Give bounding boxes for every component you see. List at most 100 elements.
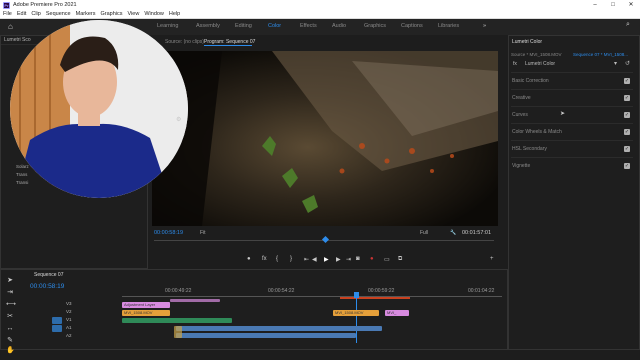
checkbox-enabled[interactable]: ✓ bbox=[624, 94, 630, 101]
hand-tool-icon[interactable]: ✋ bbox=[6, 347, 15, 355]
tab-sequence-07[interactable]: Sequence 07 bbox=[34, 272, 63, 278]
menu-window[interactable]: Window bbox=[144, 11, 164, 17]
section-label: Basic Correction bbox=[512, 77, 549, 84]
minimize-button[interactable]: – bbox=[586, 0, 604, 10]
menu-view[interactable]: View bbox=[128, 11, 140, 17]
marker-icon[interactable]: ● bbox=[247, 256, 251, 262]
play-icon[interactable]: ▶ bbox=[324, 256, 329, 263]
tab-source[interactable]: Source: (no clips) bbox=[165, 39, 204, 45]
source-patch-a1[interactable] bbox=[52, 325, 62, 332]
workspace-assembly[interactable]: Assembly bbox=[196, 23, 220, 29]
slip-tool-icon[interactable]: ↔ bbox=[6, 325, 14, 333]
menu-graphics[interactable]: Graphics bbox=[101, 11, 123, 17]
clip-video-v2[interactable]: MVI_1508.MOV bbox=[122, 310, 170, 316]
program-timecode[interactable]: 00:00:58:19 bbox=[154, 230, 183, 236]
mark-out-icon[interactable]: } bbox=[290, 256, 292, 262]
search-icon[interactable]: ⌕ bbox=[626, 21, 635, 30]
razor-tool-icon[interactable]: ✂ bbox=[6, 313, 14, 321]
tab-lumetri-color[interactable]: Lumetri Color bbox=[512, 39, 542, 45]
add-button-icon[interactable]: + bbox=[490, 256, 494, 262]
section-creative[interactable]: Creative ✓ bbox=[511, 89, 633, 105]
program-duration: 00:01:57:01 bbox=[462, 230, 492, 236]
clip-audio-a1[interactable] bbox=[176, 326, 382, 331]
project-item[interactable]: Transi bbox=[16, 180, 28, 185]
ruler-label: 00:00:49:22 bbox=[165, 288, 192, 294]
clip-video-v1-end[interactable]: MVI_ bbox=[385, 310, 409, 316]
workspace-learning[interactable]: Learning bbox=[157, 23, 178, 29]
reset-icon[interactable]: ↺ bbox=[625, 60, 630, 67]
close-button[interactable]: ✕ bbox=[622, 0, 640, 10]
window-title: Adobe Premiere Pro 2021 bbox=[13, 2, 77, 8]
clip-v3-segment[interactable] bbox=[170, 299, 220, 302]
track-label-v3[interactable]: V3 bbox=[66, 301, 72, 306]
menu-edit[interactable]: Edit bbox=[17, 11, 26, 17]
fit-dropdown[interactable]: Fit bbox=[200, 230, 206, 236]
fx-toggle-icon[interactable]: fx bbox=[513, 61, 517, 67]
fx-icon[interactable]: fx bbox=[262, 256, 267, 262]
menu-markers[interactable]: Markers bbox=[76, 11, 96, 17]
section-curves[interactable]: Curves ✓ bbox=[511, 106, 633, 122]
clip-video-v1-green[interactable] bbox=[122, 318, 232, 323]
record-icon[interactable]: ● bbox=[370, 256, 374, 262]
timeline-ruler[interactable] bbox=[122, 296, 502, 297]
menu-help[interactable]: Help bbox=[169, 11, 180, 17]
project-item[interactable]: Solarz bbox=[16, 164, 29, 169]
lumetri-source-label[interactable]: Source * MVI_1508.MOV bbox=[511, 52, 562, 57]
workspace-editing[interactable]: Editing bbox=[235, 23, 252, 29]
playhead-marker[interactable] bbox=[321, 235, 330, 244]
step-back-icon[interactable]: ◀ bbox=[312, 256, 317, 263]
lumetri-sequence-label[interactable]: Sequence 07 * MVI_1508... bbox=[573, 52, 628, 57]
settings-icon[interactable]: ⚙ bbox=[176, 116, 181, 123]
source-patch-v1[interactable] bbox=[52, 317, 62, 324]
timeline-timecode[interactable]: 00:00:58:19 bbox=[30, 283, 64, 290]
premiere-logo: Pr bbox=[3, 1, 10, 9]
track-select-tool-icon[interactable]: ⇥ bbox=[6, 289, 14, 297]
compare-view-icon[interactable]: ⧉ bbox=[398, 256, 402, 263]
workspace-color[interactable]: Color bbox=[268, 23, 281, 29]
maximize-button[interactable]: □ bbox=[604, 0, 622, 10]
track-label-a1[interactable]: A1 bbox=[66, 325, 72, 330]
step-forward-icon[interactable]: ▶ bbox=[336, 256, 341, 263]
dropdown-arrow-icon[interactable]: ▾ bbox=[614, 60, 617, 67]
checkbox-enabled[interactable]: ✓ bbox=[624, 111, 630, 118]
track-label-v2[interactable]: V2 bbox=[66, 309, 72, 314]
pen-tool-icon[interactable]: ✎ bbox=[6, 337, 14, 345]
workspace-libraries[interactable]: Libraries bbox=[438, 23, 459, 29]
selection-tool-icon[interactable]: ➤ bbox=[6, 277, 14, 285]
checkbox-enabled[interactable]: ✓ bbox=[624, 77, 630, 84]
safe-margins-icon[interactable]: ▭ bbox=[384, 256, 390, 263]
section-vignette[interactable]: Vignette ✓ bbox=[511, 157, 633, 173]
section-hsl-secondary[interactable]: HSL Secondary ✓ bbox=[511, 140, 633, 156]
workspace-effects[interactable]: Effects bbox=[300, 23, 317, 29]
mark-in-icon[interactable]: { bbox=[276, 256, 278, 262]
home-icon[interactable]: ⌂ bbox=[8, 22, 17, 31]
section-label: Curves bbox=[512, 111, 528, 118]
quality-dropdown[interactable]: Full bbox=[420, 230, 428, 236]
go-to-out-icon[interactable]: ⇥ bbox=[346, 256, 351, 263]
clip-audio-a2[interactable] bbox=[176, 333, 356, 338]
clip-transition[interactable] bbox=[174, 326, 182, 338]
video-frame-image bbox=[152, 51, 498, 226]
go-to-in-icon[interactable]: ⇤ bbox=[304, 256, 309, 263]
clip-video-v1[interactable]: MVI_1508.MOV bbox=[333, 310, 379, 316]
track-label-v1[interactable]: V1 bbox=[66, 317, 72, 322]
section-color-wheels[interactable]: Color Wheels & Match ✓ bbox=[511, 123, 633, 139]
workspace-audio[interactable]: Audio bbox=[332, 23, 346, 29]
ripple-edit-tool-icon[interactable]: ⟷ bbox=[6, 301, 16, 309]
workspace-captions[interactable]: Captions bbox=[401, 23, 423, 29]
wrench-icon[interactable]: 🔧 bbox=[450, 230, 456, 236]
menu-sequence[interactable]: Sequence bbox=[46, 11, 71, 17]
effect-name-dropdown[interactable]: Lumetri Color bbox=[525, 61, 555, 67]
section-basic-correction[interactable]: Basic Correction ✓ bbox=[511, 72, 633, 88]
menu-clip[interactable]: Clip bbox=[31, 11, 40, 17]
checkbox-enabled[interactable]: ✓ bbox=[624, 145, 630, 152]
workspace-graphics[interactable]: Graphics bbox=[364, 23, 386, 29]
checkbox-enabled[interactable]: ✓ bbox=[624, 162, 630, 169]
project-item[interactable]: Trans bbox=[16, 172, 27, 177]
clip-adjustment-layer[interactable]: Adjustment Layer bbox=[122, 302, 170, 308]
menu-file[interactable]: File bbox=[3, 11, 12, 17]
checkbox-enabled[interactable]: ✓ bbox=[624, 128, 630, 135]
export-frame-icon[interactable]: ◙ bbox=[356, 256, 360, 262]
workspace-overflow-button[interactable]: » bbox=[483, 23, 486, 29]
track-label-a2[interactable]: A2 bbox=[66, 333, 72, 338]
